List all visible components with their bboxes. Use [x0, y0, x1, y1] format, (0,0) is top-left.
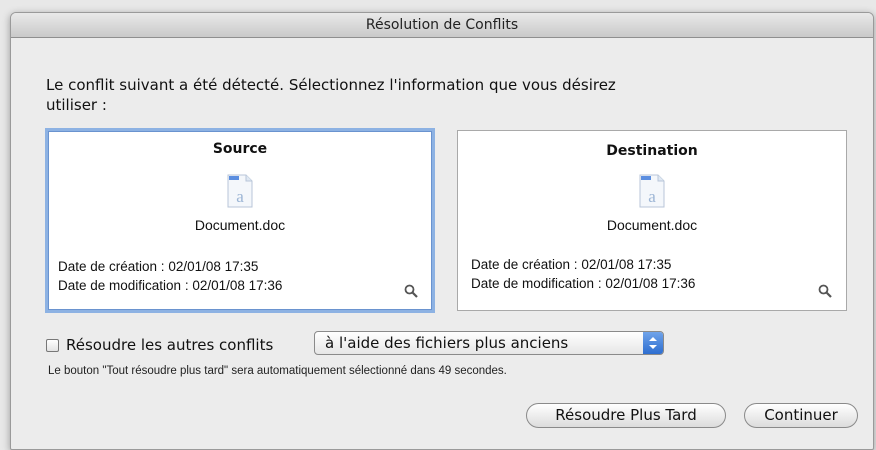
- resolve-others-row[interactable]: Résoudre les autres conflits: [46, 333, 273, 357]
- svg-text:a: a: [236, 187, 244, 206]
- source-created-date: Date de création : 02/01/08 17:35: [58, 259, 259, 274]
- doc-file-icon: a: [227, 174, 253, 208]
- destination-created-date: Date de création : 02/01/08 17:35: [471, 257, 672, 272]
- source-panel[interactable]: Source a Document.doc Date de création :…: [45, 128, 435, 313]
- destination-modified-date: Date de modification : 02/01/08 17:36: [471, 276, 696, 291]
- window-title: Résolution de Conflits: [11, 13, 873, 38]
- resolve-later-button[interactable]: Résoudre Plus Tard: [526, 403, 726, 428]
- destination-title: Destination: [606, 143, 698, 159]
- continue-button[interactable]: Continuer: [744, 403, 858, 428]
- magnifier-icon[interactable]: [818, 284, 832, 298]
- resolve-others-checkbox[interactable]: [46, 338, 59, 352]
- destination-filename: Document.doc: [606, 217, 698, 233]
- source-dates: Date de création : 02/01/08 17:35 Date d…: [58, 257, 282, 295]
- resolve-method-select[interactable]: à l'aide des fichiers plus anciens: [314, 331, 664, 355]
- popup-arrows-icon[interactable]: [643, 332, 663, 354]
- source-filename: Document.doc: [194, 217, 286, 233]
- up-down-arrows-icon: [649, 337, 657, 349]
- svg-text:a: a: [648, 187, 656, 206]
- conflict-message: Le conflit suivant a été détecté. Sélect…: [46, 76, 616, 114]
- destination-panel[interactable]: Destination a Document.doc Date de créat…: [457, 130, 847, 311]
- destination-dates: Date de création : 02/01/08 17:35 Date d…: [471, 255, 695, 293]
- doc-file-icon: a: [639, 174, 665, 208]
- auto-select-note: Le bouton "Tout résoudre plus tard" sera…: [48, 365, 507, 377]
- resolve-others-label[interactable]: Résoudre les autres conflits: [66, 336, 273, 354]
- source-title: Source: [212, 141, 268, 157]
- source-modified-date: Date de modification : 02/01/08 17:36: [58, 278, 283, 293]
- magnifier-icon[interactable]: [404, 284, 418, 298]
- conflict-dialog: Résolution de Conflits Le conflit suivan…: [10, 12, 874, 450]
- resolve-method-value: à l'aide des fichiers plus anciens: [325, 334, 569, 352]
